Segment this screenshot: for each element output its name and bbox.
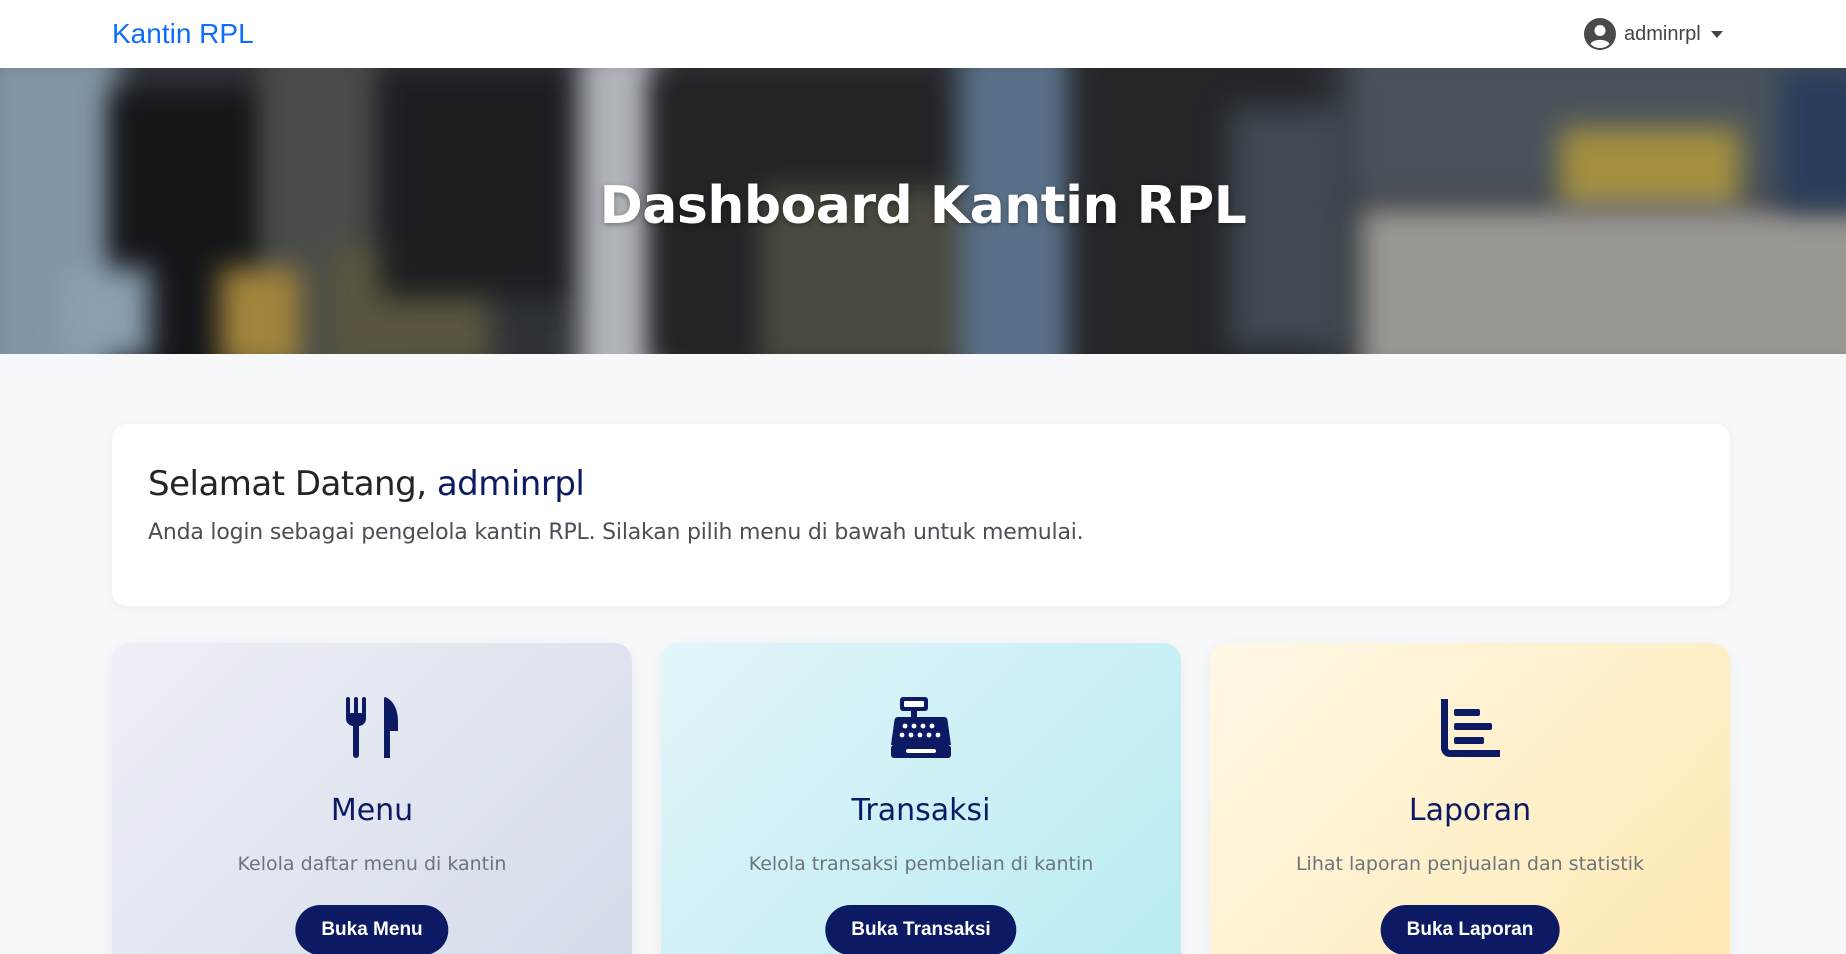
welcome-greeting: Selamat Datang, [148,464,427,504]
page-title: Dashboard Kantin RPL [599,176,1247,236]
report-card: Laporan Lihat laporan penjualan dan stat… [1210,643,1730,954]
user-name: adminrpl [1624,22,1701,45]
welcome-message: Anda login sebagai pengelola kantin RPL.… [148,520,1084,545]
user-circle-icon [1584,18,1616,50]
chevron-down-icon [1710,30,1723,38]
open-transaction-button[interactable]: Buka Transaksi [825,905,1017,954]
navbar: Kantin RPL adminrpl [0,0,1846,68]
open-menu-button[interactable]: Buka Menu [295,905,449,954]
chart-bar-icon [1441,699,1500,757]
menu-card: Menu Kelola daftar menu di kantin Buka M… [112,643,632,954]
report-card-description: Lihat laporan penjualan dan statistik [1295,853,1645,875]
user-dropdown[interactable]: adminrpl [1584,16,1723,52]
transaction-card-description: Kelola transaksi pembelian di kantin [748,853,1094,875]
welcome-heading: Selamat Datang, adminrpl [148,464,1694,504]
transaction-card-title: Transaksi [851,793,991,828]
brand-link[interactable]: Kantin RPL [112,16,254,52]
menu-card-description: Kelola daftar menu di kantin [237,853,507,875]
open-report-button[interactable]: Buka Laporan [1380,905,1560,954]
hero-banner: Dashboard Kantin RPL [0,68,1846,354]
report-card-title: Laporan [1408,793,1532,828]
welcome-card: Selamat Datang, adminrpl Anda login seba… [112,424,1730,606]
welcome-username: adminrpl [436,464,585,504]
menu-card-title: Menu [330,793,414,828]
utensils-icon [346,697,398,758]
cash-register-icon [891,697,951,758]
transaction-card: Transaksi Kelola transaksi pembelian di … [661,643,1181,954]
